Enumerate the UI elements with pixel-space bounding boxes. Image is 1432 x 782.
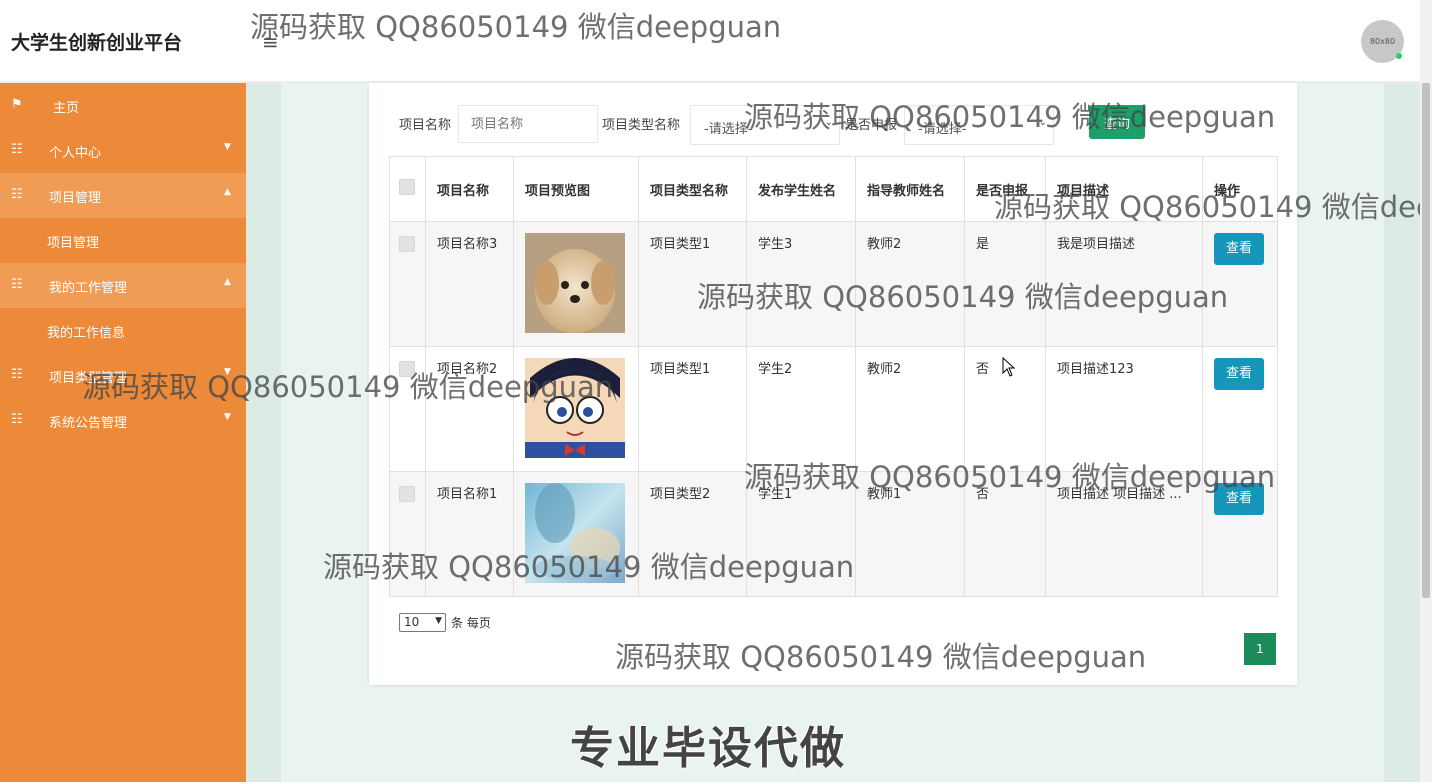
- view-button[interactable]: 查看: [1214, 483, 1264, 515]
- page-size-select[interactable]: 10 ▼: [399, 613, 446, 632]
- sidebar-subitem-my-work-info[interactable]: 我的工作信息: [47, 322, 125, 341]
- select-all-cell: [389, 156, 426, 222]
- top-bar: 大学生创新创业平台 ≡ 80x80: [0, 0, 1420, 82]
- row-checkbox[interactable]: [399, 361, 415, 377]
- column-header: 项目类型名称: [638, 156, 747, 222]
- grid-icon: ☷: [11, 277, 23, 292]
- action-cell: 查看: [1202, 346, 1278, 472]
- sidebar-item-label: 个人中心: [49, 146, 102, 161]
- description-cell: 项目描述 项目描述 ...: [1045, 471, 1203, 597]
- row-checkbox[interactable]: [399, 486, 415, 502]
- applied-cell: 否: [964, 471, 1046, 597]
- sidebar-item-project-type-management[interactable]: ☷ 项目类型管理 ▼: [0, 353, 246, 398]
- table-row: 项目名称3 项目类型1 学生3 教师2 是 我是项目描述 查看: [389, 221, 1278, 347]
- project-name-cell: 项目名称3: [425, 221, 514, 347]
- project-name-cell: 项目名称1: [425, 471, 514, 597]
- teacher-name-cell: 教师1: [855, 471, 965, 597]
- project-name-label: 项目名称: [399, 118, 452, 133]
- menu-toggle-icon[interactable]: ≡: [262, 30, 279, 54]
- chevron-down-icon: ⌄: [824, 117, 833, 128]
- table-row: 项目名称2 项目类型1 学生2 教师2 否 项目描述123 查看: [389, 346, 1278, 472]
- teacher-name-cell: 教师2: [855, 346, 965, 472]
- row-checkbox[interactable]: [399, 236, 415, 252]
- sidebar-item-label: 系统公告管理: [49, 416, 128, 431]
- row-select-cell: [389, 221, 426, 347]
- chevron-up-icon: ▲: [224, 187, 231, 197]
- project-type-cell: 项目类型1: [638, 346, 747, 472]
- promo-text: 专业毕设代做: [570, 723, 846, 774]
- sidebar-subitem-project-management[interactable]: 项目管理: [47, 232, 99, 251]
- preview-image-cell: [513, 221, 639, 347]
- grid-icon: ☷: [11, 412, 23, 427]
- sidebar-item-label: 主页: [53, 101, 80, 116]
- project-name-cell: 项目名称2: [425, 346, 514, 472]
- preview-image-cell: [513, 471, 639, 597]
- flag-icon: ⚑: [11, 97, 23, 112]
- description-cell: 项目描述123: [1045, 346, 1203, 472]
- sidebar-item-label: 我的工作管理: [49, 281, 128, 296]
- chevron-up-icon: ▲: [224, 277, 231, 287]
- project-preview-image[interactable]: [525, 358, 625, 458]
- column-header: 项目描述: [1045, 156, 1203, 222]
- mouse-cursor-icon: [1002, 357, 1016, 377]
- project-type-select[interactable]: -请选择- ⌄: [690, 105, 840, 145]
- chevron-down-icon: ▼: [224, 142, 231, 152]
- grid-icon: ☷: [11, 187, 23, 202]
- sidebar-item-label: 项目管理: [49, 191, 102, 206]
- chevron-down-icon: ⌄: [1038, 117, 1047, 128]
- column-header: 项目预览图: [513, 156, 639, 222]
- grid-icon: ☷: [11, 367, 23, 382]
- project-preview-image[interactable]: [525, 233, 625, 333]
- applied-cell: 是: [964, 221, 1046, 347]
- teacher-name-cell: 教师2: [855, 221, 965, 347]
- project-type-label: 项目类型名称: [602, 118, 681, 133]
- grid-icon: ☷: [11, 142, 23, 157]
- page-1-button[interactable]: 1: [1244, 633, 1276, 665]
- column-header: 操作: [1202, 156, 1278, 222]
- project-name-input[interactable]: [458, 105, 598, 143]
- student-name-cell: 学生2: [746, 346, 856, 472]
- column-header: 发布学生姓名: [746, 156, 856, 222]
- preview-image-cell: [513, 346, 639, 472]
- project-type-select-value: -请选择-: [704, 122, 753, 137]
- column-header: 指导教师姓名: [855, 156, 965, 222]
- sidebar-item-announcement-management[interactable]: ☷ 系统公告管理 ▼: [0, 398, 246, 443]
- sidebar-item-project-management[interactable]: ☷ 项目管理 ▲: [0, 173, 246, 218]
- sidebar-item-personal-center[interactable]: ☷ 个人中心 ▼: [0, 128, 246, 173]
- sidebar-item-home[interactable]: ⚑ 主页: [0, 83, 246, 128]
- table-header-row: 项目名称 项目预览图 项目类型名称 发布学生姓名 指导教师姓名 是否申报 项目描…: [389, 156, 1278, 222]
- action-cell: 查看: [1202, 471, 1278, 597]
- row-select-cell: [389, 346, 426, 472]
- applied-select-value: -请选择-: [918, 122, 967, 137]
- online-status-dot: [1396, 53, 1402, 59]
- scrollbar-thumb[interactable]: [1422, 83, 1430, 598]
- sidebar: ⚑ 主页 ☷ 个人中心 ▼ ☷ 项目管理 ▲ 项目管理 ☷ 我的工作管理 ▲ 我…: [0, 83, 246, 782]
- student-name-cell: 学生3: [746, 221, 856, 347]
- applied-select[interactable]: -请选择- ⌄: [904, 105, 1054, 145]
- project-type-cell: 项目类型2: [638, 471, 747, 597]
- chevron-down-icon: ▼: [224, 367, 231, 377]
- description-cell: 我是项目描述: [1045, 221, 1203, 347]
- view-button[interactable]: 查看: [1214, 233, 1264, 265]
- per-page-label: 条 每页: [451, 616, 491, 630]
- chevron-down-icon: ▼: [224, 412, 231, 422]
- project-preview-image[interactable]: [525, 483, 625, 583]
- select-all-checkbox[interactable]: [399, 179, 415, 195]
- app-title: 大学生创新创业平台: [11, 32, 183, 54]
- chevron-down-icon: ▼: [435, 616, 442, 626]
- column-header: 是否申报: [964, 156, 1046, 222]
- table-row: 项目名称1 项目类型2 学生1 教师1 否 项目描述 项目描述 ... 查看: [389, 471, 1278, 597]
- row-select-cell: [389, 471, 426, 597]
- page-size-value: 10: [404, 615, 420, 629]
- applied-label: 是否申报: [845, 118, 898, 133]
- column-header: 项目名称: [425, 156, 514, 222]
- sidebar-item-my-work-management[interactable]: ☷ 我的工作管理 ▲: [0, 263, 246, 308]
- student-name-cell: 学生1: [746, 471, 856, 597]
- project-type-cell: 项目类型1: [638, 221, 747, 347]
- query-button[interactable]: 查询: [1089, 105, 1145, 139]
- project-table: 项目名称 项目预览图 项目类型名称 发布学生姓名 指导教师姓名 是否申报 项目描…: [389, 156, 1278, 597]
- sidebar-item-label: 项目类型管理: [49, 371, 128, 386]
- view-button[interactable]: 查看: [1214, 358, 1264, 390]
- action-cell: 查看: [1202, 221, 1278, 347]
